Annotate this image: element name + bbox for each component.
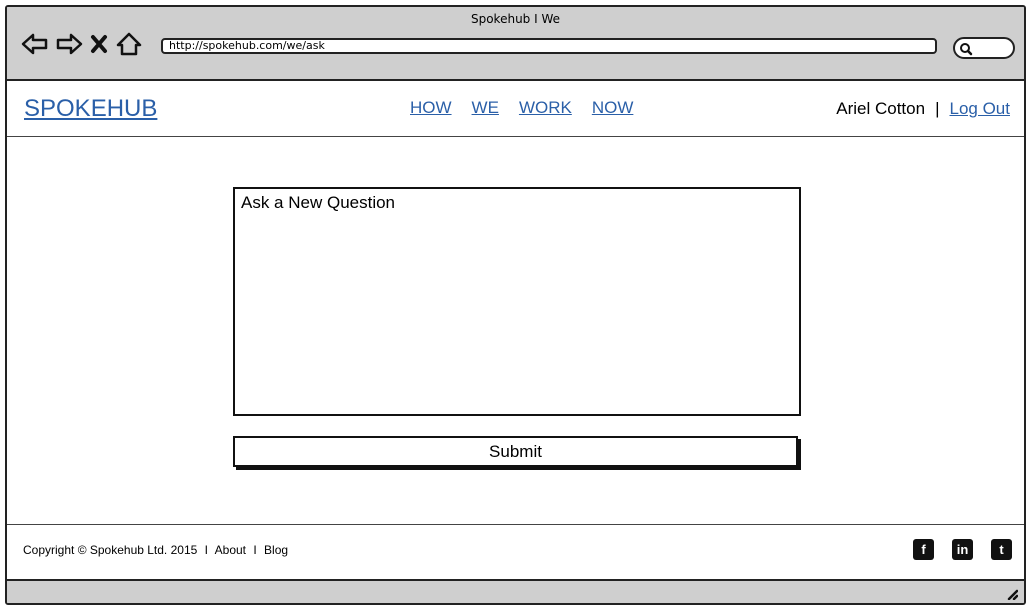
twitter-icon[interactable]: t	[991, 539, 1012, 560]
home-icon[interactable]	[115, 31, 143, 57]
search-icon	[959, 41, 973, 60]
back-arrow-icon[interactable]	[21, 31, 49, 57]
question-input-box	[233, 187, 801, 416]
url-bar[interactable]: http://spokehub.com/we/ask	[161, 38, 937, 54]
browser-search-field[interactable]	[953, 37, 1015, 59]
nav-link-how[interactable]: HOW	[410, 98, 452, 118]
browser-window: Spokehub I We http://spokehub.com/we/ask…	[5, 5, 1026, 605]
site-header: SPOKEHUB HOW WE WORK NOW Ariel Cotton | …	[7, 81, 1024, 137]
nav-link-now[interactable]: NOW	[592, 98, 634, 118]
about-link[interactable]: About	[215, 543, 246, 557]
user-area: Ariel Cotton | Log Out	[836, 99, 1010, 119]
close-icon[interactable]	[89, 31, 109, 57]
copyright-text: Copyright © Spokehub Ltd. 2015	[23, 543, 198, 557]
footer-separator: I	[204, 543, 208, 557]
linkedin-icon[interactable]: in	[952, 539, 973, 560]
social-links: f in t	[913, 539, 1012, 560]
browser-nav-buttons	[21, 29, 143, 59]
user-name: Ariel Cotton	[836, 99, 926, 118]
footer-separator: I	[253, 543, 257, 557]
main-nav: HOW WE WORK NOW	[410, 98, 653, 118]
site-logo[interactable]: SPOKEHUB	[24, 95, 157, 123]
footer-links: Copyright © Spokehub Ltd. 2015 I About I…	[23, 543, 292, 557]
browser-toolbar: Spokehub I We http://spokehub.com/we/ask	[7, 7, 1024, 81]
question-textarea[interactable]	[235, 189, 799, 414]
site-footer: Copyright © Spokehub Ltd. 2015 I About I…	[7, 524, 1024, 580]
submit-button[interactable]: Submit	[233, 436, 798, 467]
logout-link[interactable]: Log Out	[950, 99, 1011, 119]
forward-arrow-icon[interactable]	[55, 31, 83, 57]
facebook-icon[interactable]: f	[913, 539, 934, 560]
resize-grip-icon[interactable]	[1004, 585, 1019, 601]
browser-status-bar	[7, 579, 1024, 603]
blog-link[interactable]: Blog	[264, 543, 288, 557]
window-title: Spokehub I We	[470, 12, 561, 26]
nav-link-work[interactable]: WORK	[519, 98, 572, 118]
nav-link-we[interactable]: WE	[472, 98, 499, 118]
user-separator: |	[935, 99, 940, 118]
